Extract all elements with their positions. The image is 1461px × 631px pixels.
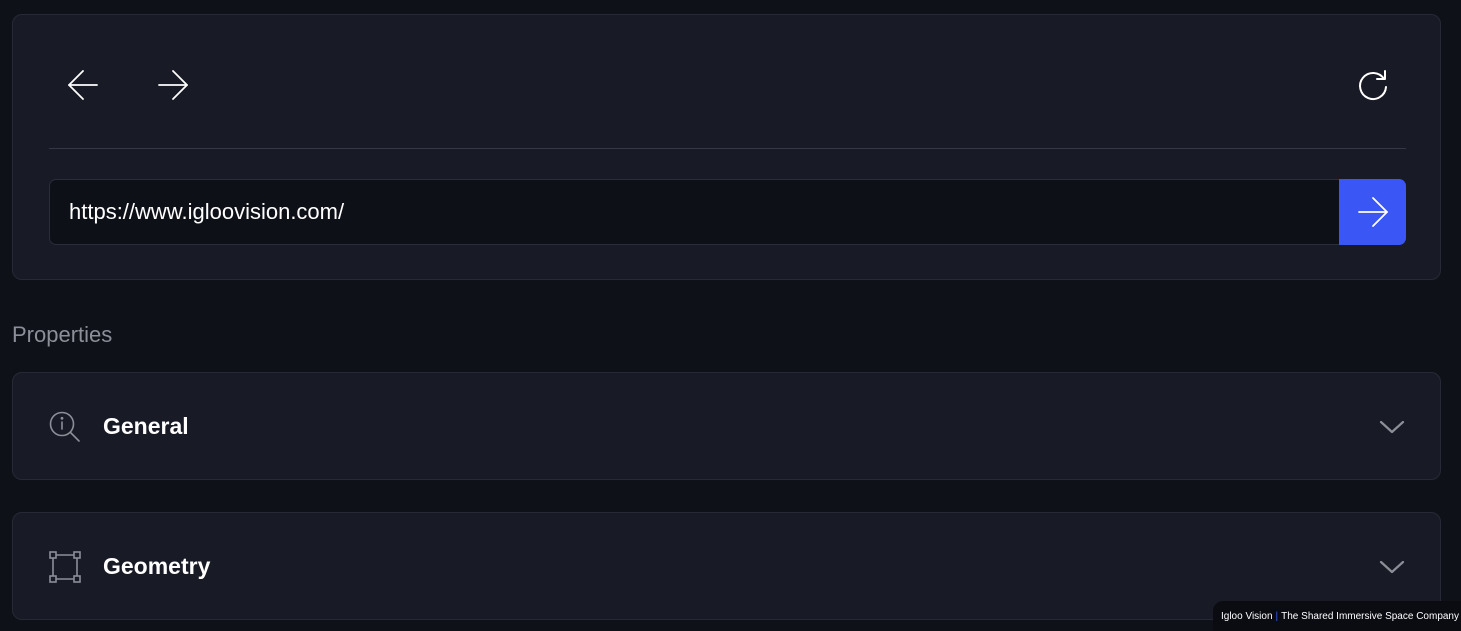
reload-button[interactable]	[1351, 63, 1395, 107]
refresh-icon	[1359, 70, 1387, 100]
accordion-label: Geometry	[103, 553, 211, 579]
chevron-down-icon[interactable]	[1378, 557, 1406, 577]
url-input[interactable]	[49, 179, 1339, 245]
footer-badge: Igloo Vision | The Shared Immersive Spac…	[1213, 601, 1461, 631]
footer-separator: |	[1275, 610, 1279, 622]
forward-button[interactable]	[151, 63, 195, 107]
divider	[49, 148, 1406, 149]
bounding-box-icon	[47, 549, 83, 585]
go-button[interactable]	[1339, 179, 1406, 245]
arrow-right-icon	[1357, 197, 1388, 227]
info-search-icon	[47, 409, 83, 445]
arrow-left-icon	[68, 70, 98, 100]
accordion-general[interactable]: General	[12, 372, 1441, 480]
browser-panel	[12, 14, 1441, 280]
footer-brand: Igloo Vision	[1221, 610, 1273, 622]
arrow-right-icon	[158, 70, 188, 100]
back-button[interactable]	[61, 63, 105, 107]
properties-heading: Properties	[12, 322, 113, 347]
chevron-down-icon[interactable]	[1378, 417, 1406, 437]
accordion-label: General	[103, 413, 189, 439]
footer-tagline: The Shared Immersive Space Company	[1281, 610, 1459, 622]
url-bar	[49, 179, 1406, 245]
